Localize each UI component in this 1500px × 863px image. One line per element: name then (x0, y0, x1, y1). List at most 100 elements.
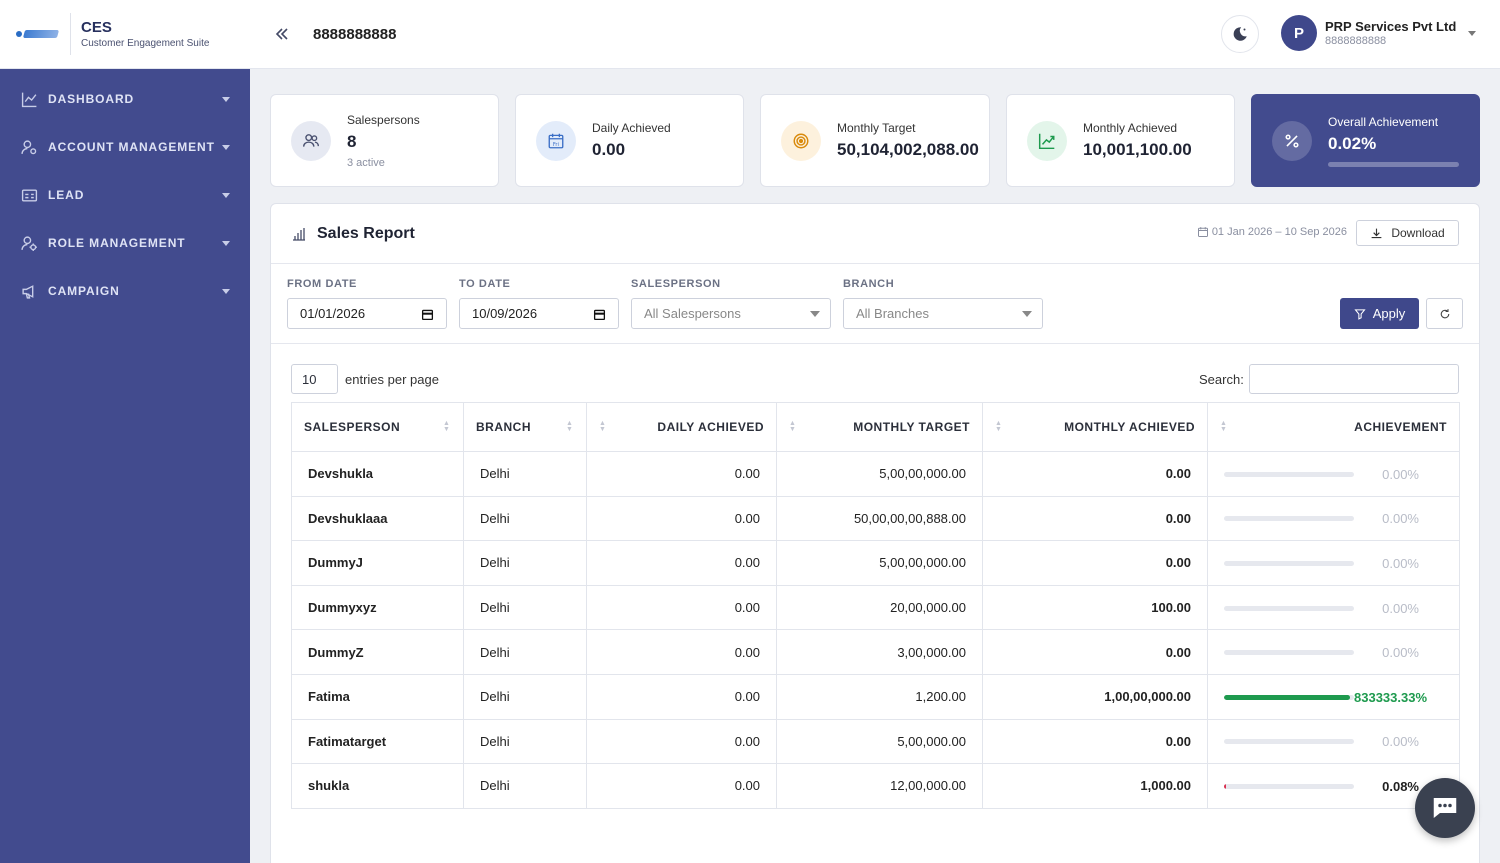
column-header-monthly-achieved[interactable]: ▲ ▼ MONTHLY ACHIEVED (982, 402, 1208, 452)
cell-monthly-target: 12,00,000.00 (776, 763, 983, 809)
sidebar-item-campaign[interactable]: CAMPAIGN (0, 267, 250, 315)
table-row[interactable]: Dummyxyz Delhi 0.00 20,00,000.00 100.00 0.00% (291, 584, 1460, 631)
entries-per-page-select[interactable]: 10 (291, 364, 338, 394)
moon-icon (1233, 27, 1247, 41)
download-button[interactable]: Download (1356, 220, 1459, 246)
achievement-percent: 0.00% (1382, 556, 1419, 572)
reset-button[interactable] (1426, 298, 1463, 329)
sidebar-item-lead[interactable]: LEAD (0, 171, 250, 219)
to-date-label: TO DATE (459, 278, 511, 290)
cell-achievement: 0.00% (1207, 451, 1460, 497)
monthly-achieved-card: Monthly Achieved 10,001,100.00 (1006, 94, 1235, 187)
cell-monthly-target: 50,00,00,00,888.00 (776, 495, 983, 542)
chat-button[interactable] (1415, 778, 1475, 838)
download-icon (1371, 228, 1382, 238)
trending-up-icon (1027, 120, 1067, 161)
achievement-progress-bar (1224, 694, 1354, 700)
column-header-salesperson[interactable]: SALESPERSON ▲ ▼ (291, 402, 464, 452)
achievement-progress-bar (1224, 739, 1354, 745)
branch-select-value: All Branches (856, 306, 929, 321)
sidebar-item-role-management[interactable]: ROLE MANAGEMENT (0, 219, 250, 267)
sidebar-item-label: LEAD (48, 188, 85, 202)
sort-icon: ▲ ▼ (995, 420, 1003, 433)
salespersons-card: Salespersons 8 3 active (270, 94, 499, 187)
table-row[interactable]: DummyZ Delhi 0.00 3,00,000.00 0.00 0.00% (291, 629, 1460, 675)
cell-branch: Delhi (463, 451, 587, 497)
sort-icon: ▲ ▼ (1220, 420, 1228, 433)
column-header-daily-achieved[interactable]: ▲ ▼ DAILY ACHIEVED (586, 402, 777, 452)
users-icon (291, 120, 331, 161)
stat-label: Daily Achieved (592, 121, 671, 135)
table-row[interactable]: shukla Delhi 0.00 12,00,000.00 1,000.00 0.08% (291, 763, 1460, 809)
achievement-progress-bar (1224, 605, 1354, 611)
filter-icon (1354, 308, 1366, 320)
achievement-progress-bar (1224, 783, 1354, 789)
cell-monthly-achieved: 1,00,00,000.00 (982, 673, 1208, 720)
avatar: P (1281, 15, 1317, 51)
stat-label: Monthly Target (837, 121, 916, 135)
table-row[interactable]: DummyJ Delhi 0.00 5,00,00,000.00 0.00 0.00% (291, 540, 1460, 586)
cell-monthly-achieved: 100.00 (982, 584, 1208, 631)
branch-select[interactable]: All Branches (843, 298, 1043, 329)
salesperson-select[interactable]: All Salespersons (631, 298, 831, 329)
table-row[interactable]: Devshukla Delhi 0.00 5,00,00,000.00 0.00 0.00… (291, 451, 1460, 497)
collapse-sidebar-button[interactable] (274, 25, 292, 43)
cell-daily-achieved: 0.00 (586, 495, 777, 542)
chat-icon (1433, 798, 1457, 818)
search-input[interactable] (1249, 364, 1459, 394)
achievement-percent: 0.00% (1382, 645, 1419, 661)
sidebar-item-account-management[interactable]: ACCOUNT MANAGEMENT (0, 123, 250, 171)
id-card-icon (21, 188, 38, 202)
user-name: PRP Services Pvt Ltd (1325, 19, 1457, 34)
salesperson-select-value: All Salespersons (644, 306, 741, 321)
overall-progress-bar (1328, 161, 1459, 167)
from-date-label: FROM DATE (287, 278, 357, 290)
user-menu[interactable]: P PRP Services Pvt Ltd 8888888888 (1281, 15, 1477, 51)
top-header: 8888888888 P PRP Services Pvt Ltd 888888… (250, 0, 1500, 69)
cell-achievement: 0.00% (1207, 629, 1460, 675)
column-header-monthly-target[interactable]: ▲ ▼ MONTHLY TARGET (776, 402, 983, 452)
table-row[interactable]: Fatima Delhi 0.00 1,200.00 1,00,00,000.00 833… (291, 673, 1460, 720)
report-title: Sales Report (317, 224, 415, 242)
calendar-icon (421, 309, 434, 321)
overall-achievement-card: Overall Achievement 0.02% (1251, 94, 1480, 187)
apply-button[interactable]: Apply (1340, 298, 1419, 329)
chevron-down-icon (222, 192, 230, 198)
cell-salesperson: shukla (291, 763, 464, 809)
cell-salesperson: Fatimatarget (291, 718, 464, 765)
daily-achieved-card: Fri Daily Achieved 0.00 (515, 94, 744, 187)
cell-monthly-achieved: 0.00 (982, 718, 1208, 765)
achievement-progress-fill (1224, 783, 1226, 789)
column-header-branch[interactable]: BRANCH ▲ ▼ (463, 402, 587, 452)
cell-monthly-target: 20,00,000.00 (776, 584, 983, 631)
brand-divider (70, 13, 71, 55)
table-row[interactable]: Devshuklaaa Delhi 0.00 50,00,00,00,888.00 0.… (291, 495, 1460, 542)
cell-monthly-target: 1,200.00 (776, 673, 983, 720)
achievement-progress-bar (1224, 516, 1354, 522)
page-title: 8888888888 (313, 25, 397, 43)
brand-title: CES (81, 19, 112, 36)
cell-daily-achieved: 0.00 (586, 718, 777, 765)
sidebar-item-dashboard[interactable]: DASHBOARD (0, 75, 250, 123)
user-phone: 8888888888 (1325, 35, 1387, 47)
cell-daily-achieved: 0.00 (586, 540, 777, 586)
cell-monthly-achieved: 0.00 (982, 451, 1208, 497)
brand[interactable]: CES Customer Engagement Suite (0, 0, 250, 69)
sidebar-item-label: ROLE MANAGEMENT (48, 236, 186, 250)
percent-icon (1272, 120, 1312, 161)
sidebar-item-label: DASHBOARD (48, 92, 135, 106)
stat-value: 8 (347, 131, 357, 151)
table-row[interactable]: Fatimatarget Delhi 0.00 5,00,000.00 0.00 0.00… (291, 718, 1460, 765)
calendar-icon (1197, 227, 1208, 237)
cell-achievement: 0.00% (1207, 495, 1460, 542)
cell-daily-achieved: 0.00 (586, 451, 777, 497)
to-date-input[interactable]: 10/09/2026 (459, 298, 619, 329)
achievement-percent: 833333.33% (1354, 689, 1428, 705)
from-date-input[interactable]: 01/01/2026 (287, 298, 447, 329)
theme-toggle-button[interactable] (1221, 15, 1259, 53)
stat-value: 0.00 (592, 140, 626, 159)
chevron-down-icon (222, 96, 230, 102)
sales-table: SALESPERSON ▲ ▼ BRANCH ▲ ▼ ▲ ▼ DAILY ACHIEVED … (291, 402, 1460, 809)
cell-salesperson: Devshukla (291, 451, 464, 497)
column-header-achievement[interactable]: ▲ ▼ ACHIEVEMENT (1207, 402, 1460, 452)
